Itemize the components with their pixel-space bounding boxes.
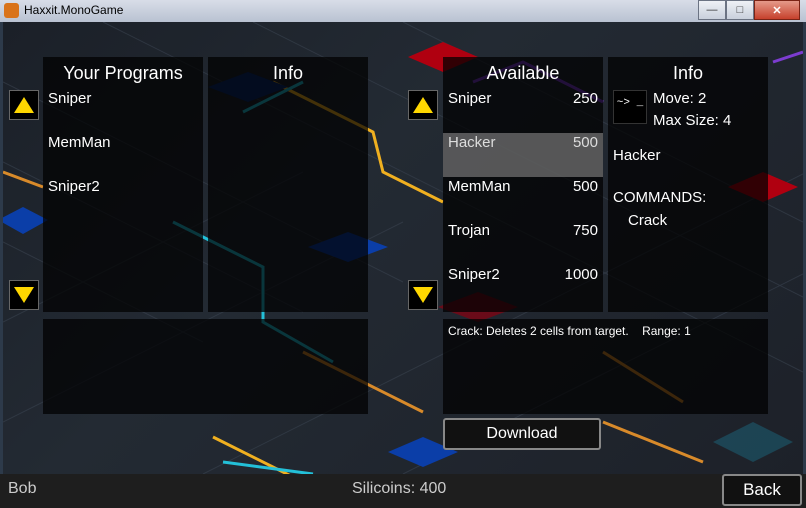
available-item-name[interactable]: Sniper2 bbox=[448, 266, 500, 283]
app-icon bbox=[4, 3, 19, 18]
available-item-price: 500 bbox=[572, 178, 598, 195]
available-item-price: 1000 bbox=[564, 266, 598, 283]
program-max-size-stat: Max Size: 4 bbox=[653, 112, 732, 129]
program-item-sniper[interactable]: Sniper bbox=[48, 90, 91, 107]
your-programs-header: Your Programs bbox=[63, 63, 183, 83]
commands-label: COMMANDS: bbox=[613, 189, 707, 206]
command-description: Crack: Deletes 2 cells from target. Rang… bbox=[448, 324, 691, 338]
available-item-price: 750 bbox=[572, 222, 598, 239]
minimize-button[interactable]: — bbox=[698, 0, 726, 20]
back-button[interactable]: Back bbox=[722, 474, 802, 506]
program-item-sniper2[interactable]: Sniper2 bbox=[48, 178, 100, 195]
triangle-down-icon bbox=[413, 287, 433, 303]
program-move-stat: Move: 2 bbox=[653, 90, 707, 107]
available-item-name[interactable]: Hacker bbox=[448, 134, 496, 151]
silicoins-balance: Silicoins: 400 bbox=[352, 480, 447, 497]
right-info-header: Info bbox=[672, 63, 704, 83]
programs-scroll-down-button[interactable] bbox=[9, 280, 39, 310]
available-panel: Available Sniper 250 Hacker 500 MemMan 5… bbox=[443, 57, 603, 312]
program-sprite: ~> _ bbox=[613, 90, 647, 124]
download-button[interactable]: Download bbox=[443, 418, 601, 450]
description-panel: Crack: Deletes 2 cells from target. Rang… bbox=[443, 319, 768, 414]
right-info-panel: Info ~> _ Move: 2 Max Size: 4 Hacker COM… bbox=[608, 57, 768, 312]
program-item-memman[interactable]: MemMan bbox=[48, 134, 111, 151]
available-header: Available bbox=[486, 63, 560, 83]
available-item-name[interactable]: Trojan bbox=[448, 222, 490, 239]
window-titlebar: Haxxit.MonoGame — □ ✕ bbox=[0, 0, 806, 23]
programs-scroll-up-button[interactable] bbox=[9, 90, 39, 120]
command-item-crack: Crack bbox=[628, 212, 668, 229]
left-info-header: Info bbox=[272, 63, 304, 83]
available-item-price: 500 bbox=[572, 134, 598, 151]
program-name: Hacker bbox=[613, 147, 661, 164]
triangle-up-icon bbox=[413, 97, 433, 113]
close-button[interactable]: ✕ bbox=[754, 0, 800, 20]
maximize-button[interactable]: □ bbox=[726, 0, 754, 20]
available-scroll-down-button[interactable] bbox=[408, 280, 438, 310]
available-item-name[interactable]: Sniper bbox=[448, 90, 491, 107]
left-info-panel: Info bbox=[208, 57, 368, 312]
game-canvas: Your Programs Sniper MemMan Sniper2 Info… bbox=[3, 22, 803, 474]
status-bar: Bob Silicoins: 400 Back bbox=[0, 474, 806, 508]
triangle-down-icon bbox=[14, 287, 34, 303]
window-controls: — □ ✕ bbox=[698, 0, 800, 20]
available-item-price: 250 bbox=[572, 90, 598, 107]
window-frame: Your Programs Sniper MemMan Sniper2 Info… bbox=[0, 22, 806, 508]
player-name: Bob bbox=[8, 480, 37, 497]
window-title: Haxxit.MonoGame bbox=[24, 3, 124, 17]
available-scroll-up-button[interactable] bbox=[408, 90, 438, 120]
available-item-name[interactable]: MemMan bbox=[448, 178, 511, 195]
triangle-up-icon bbox=[14, 97, 34, 113]
left-description-panel bbox=[43, 319, 368, 414]
your-programs-panel: Your Programs Sniper MemMan Sniper2 bbox=[43, 57, 203, 312]
